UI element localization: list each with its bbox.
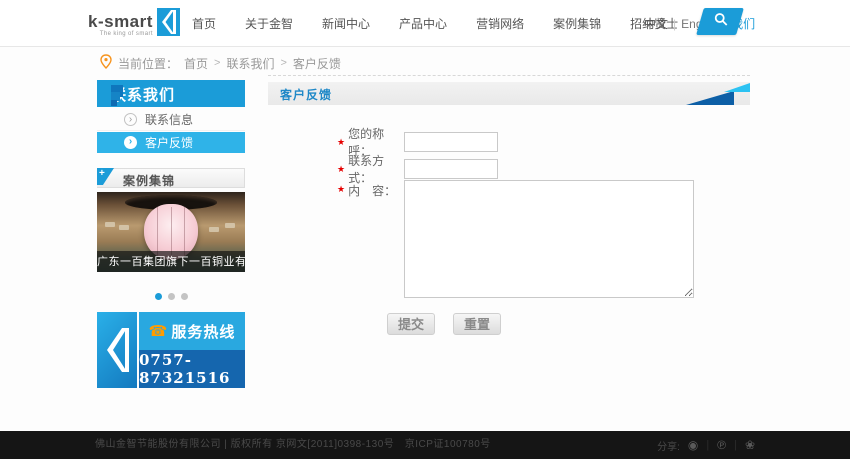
location-pin-icon — [100, 54, 112, 72]
hotline-phone-number: 0757-87321516 — [139, 351, 245, 387]
triangle-decor-dark — [686, 91, 734, 105]
nav-news[interactable]: 新闻中心 — [322, 15, 370, 32]
plus-corner-icon: + — [97, 168, 114, 185]
page-title: 客户反馈 — [280, 86, 332, 103]
k-logo-icon — [157, 8, 180, 41]
p-circle-share-icon[interactable]: ℗ — [717, 439, 726, 451]
weibo-icon[interactable]: ◉ — [688, 439, 698, 451]
required-mark: ★ — [337, 164, 345, 175]
contact-input[interactable] — [404, 159, 498, 179]
submit-button[interactable]: 提交 — [387, 313, 435, 335]
page-title-bar: 客户反馈 — [268, 82, 750, 105]
case-carousel-image[interactable]: 广东一百集团旗下一百铜业有 — [97, 192, 245, 272]
cases-section-title: 案例集锦 — [123, 172, 175, 189]
share-divider: | — [734, 439, 737, 451]
lang-zh[interactable]: 中文 — [644, 15, 668, 32]
breadcrumb-prefix: 当前位置： — [118, 55, 178, 72]
breadcrumb-separator: > — [214, 57, 220, 69]
name-input[interactable] — [404, 132, 498, 152]
share-divider: | — [706, 439, 709, 451]
carousel-dot-3[interactable] — [181, 293, 188, 300]
chevron-right-icon: › — [124, 113, 137, 126]
nav-marketing[interactable]: 营销网络 — [476, 15, 524, 32]
required-mark: ★ — [337, 137, 345, 148]
form-row-content: ★ 内 容： — [268, 180, 694, 298]
breadcrumb: 当前位置： 首页 > 联系我们 > 客户反馈 — [100, 54, 341, 72]
breadcrumb-separator: > — [280, 57, 286, 69]
share-label: 分享: — [657, 438, 680, 453]
page: k-smart The king of smart 首页 关于金智 新闻中心 产… — [0, 0, 850, 459]
service-hotline-card: ☎ 服务热线 0757-87321516 — [97, 312, 245, 388]
chevron-right-icon: › — [124, 136, 137, 149]
flower-share-icon[interactable]: ❀ — [745, 439, 755, 451]
triangle-decor-cyan — [724, 83, 750, 92]
logo[interactable]: k-smart The king of smart — [88, 8, 180, 41]
content-field-label: 内 容： — [348, 182, 404, 199]
cases-section-header: + 案例集锦 — [97, 168, 245, 188]
shelf-shape — [105, 222, 115, 227]
k-logo-icon — [97, 312, 137, 388]
shelf-shape — [225, 223, 235, 228]
sidebar-title: 联系我们 — [97, 80, 245, 107]
nav-products[interactable]: 产品中心 — [399, 15, 447, 32]
carousel-dot-1[interactable] — [155, 293, 162, 300]
breadcrumb-home[interactable]: 首页 — [184, 55, 208, 72]
logo-text: k-smart — [88, 13, 153, 31]
nav-about[interactable]: 关于金智 — [245, 15, 293, 32]
case-caption: 广东一百集团旗下一百铜业有 — [97, 251, 245, 272]
share-bar: 分享: ◉ | ℗ | ❀ — [657, 431, 755, 459]
nav-cases[interactable]: 案例集锦 — [553, 15, 601, 32]
footer: 佛山金智节能股份有限公司 | 版权所有 京网文[2011]0398-130号 京… — [0, 431, 850, 459]
content-textarea[interactable] — [404, 180, 694, 298]
required-mark: ★ — [337, 184, 345, 195]
shelf-shape — [209, 227, 219, 232]
feedback-form: ★ 您的称呼： ★ 联系方式： ★ 内 容： 提交 重置 — [268, 105, 750, 355]
carousel-dots — [97, 293, 245, 300]
breadcrumb-feedback: 客户反馈 — [293, 55, 341, 72]
sidebar-item-feedback[interactable]: › 客户反馈 — [97, 132, 245, 153]
divider-line — [268, 75, 750, 76]
telephone-icon: ☎ — [149, 324, 168, 339]
reset-button[interactable]: 重置 — [453, 313, 501, 335]
shelf-shape — [119, 225, 129, 230]
search-icon — [710, 12, 729, 31]
lang-divider: | — [673, 17, 676, 31]
copyright-text: 佛山金智节能股份有限公司 | 版权所有 京网文[2011]0398-130号 京… — [95, 431, 491, 459]
carousel-dot-2[interactable] — [168, 293, 175, 300]
search-button[interactable] — [696, 8, 744, 35]
hotline-label: 服务热线 — [171, 321, 235, 342]
sidebar-item-contact-info[interactable]: › 联系信息 — [97, 108, 245, 131]
nav-home[interactable]: 首页 — [192, 15, 216, 32]
breadcrumb-contact[interactable]: 联系我们 — [226, 55, 274, 72]
logo-tagline: The king of smart — [100, 31, 153, 37]
pixel-decor — [111, 100, 117, 106]
